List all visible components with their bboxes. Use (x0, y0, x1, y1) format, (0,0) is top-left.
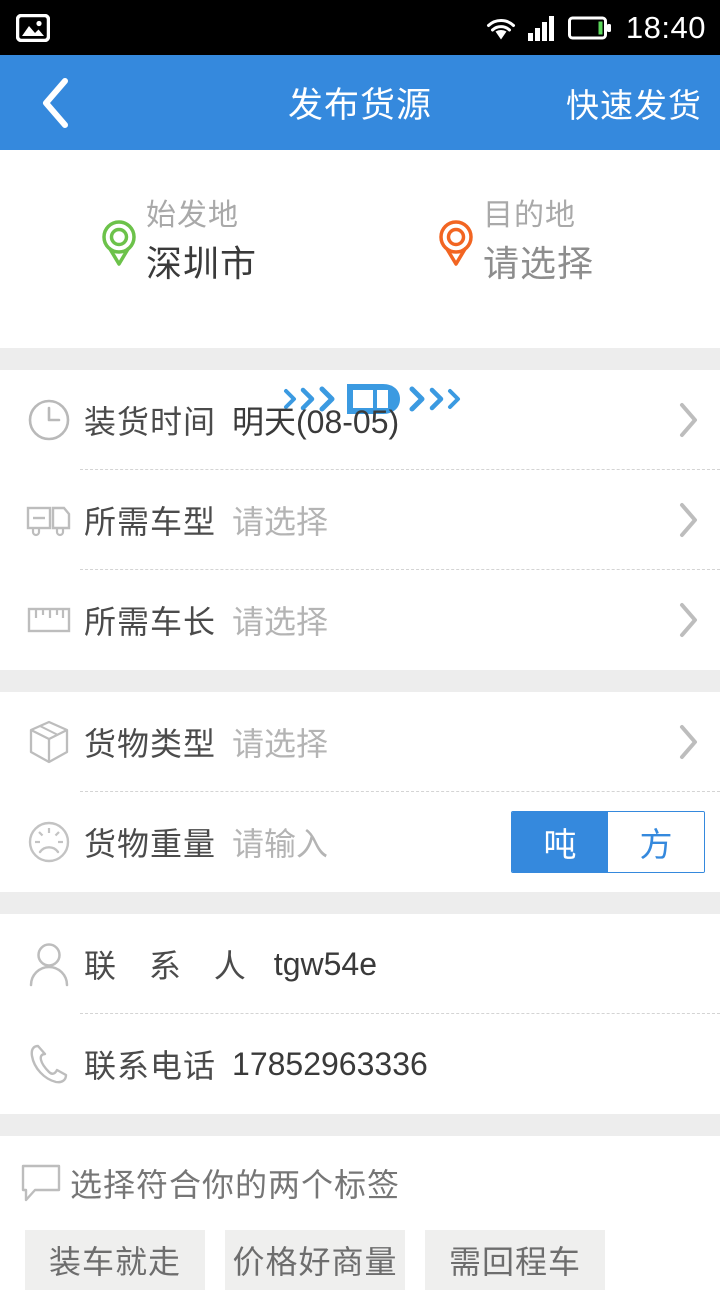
row-value: 请选择 (232, 504, 329, 540)
image-icon (16, 13, 50, 42)
person-icon (18, 940, 80, 988)
route-selector: 始发地 深圳市 目的地 请选择 (0, 150, 720, 414)
chevron-right-icon (678, 601, 700, 639)
chevron-right-icon (678, 501, 700, 539)
destination-selector[interactable]: 目的地 请选择 (437, 194, 594, 290)
row-label: 联 系 人 (84, 948, 258, 984)
box-icon (18, 718, 80, 766)
row-label: 货物重量 (84, 826, 217, 862)
origin-selector[interactable]: 始发地 深圳市 (100, 194, 257, 290)
truck-side-icon (18, 500, 80, 540)
tag-chip[interactable]: 需回程车 (425, 1230, 605, 1290)
status-bar: 18:40 (0, 0, 720, 55)
row-value: 请选择 (232, 604, 329, 640)
chevron-right-icon (678, 723, 700, 761)
row-label: 联系电话 (84, 1048, 217, 1084)
tags-heading: 选择符合你的两个标签 (70, 1167, 401, 1203)
signal-icon (527, 15, 558, 41)
row-label: 货物类型 (84, 726, 217, 762)
battery-icon (567, 16, 612, 40)
section-divider (0, 348, 720, 370)
origin-value: 深圳市 (146, 243, 258, 284)
origin-texts: 始发地 深圳市 (146, 194, 257, 290)
unit-option-ton[interactable]: 吨 (512, 812, 608, 872)
tag-chip[interactable]: 装车就走 (25, 1230, 205, 1290)
clock-icon (18, 397, 80, 443)
destination-texts: 目的地 请选择 (483, 194, 594, 290)
row-contact-name[interactable]: 联 系 人 tgw54e (0, 914, 720, 1014)
chevron-right-icon (678, 401, 700, 439)
row-value: 请选择 (232, 726, 329, 762)
tag-chip-list: 装车就走 价格好商量 需回程车 (0, 1230, 720, 1290)
cargo-section: 货物类型 请选择 货物重量 请输入 吨 方 (0, 692, 720, 892)
row-vehicle-length[interactable]: 所需车长 请选择 (0, 570, 720, 670)
contact-section: 联 系 人 tgw54e 联系电话 17852963336 (0, 914, 720, 1114)
status-bar-right: 18:40 (484, 10, 706, 46)
comment-bubble-icon (18, 1160, 64, 1206)
row-cargo-weight[interactable]: 货物重量 请输入 吨 方 (0, 792, 720, 892)
row-label: 装货时间 (84, 404, 217, 440)
row-cargo-type[interactable]: 货物类型 请选择 (0, 692, 720, 792)
shipment-schedule-section: 装货时间 明天(08-05) 所需车型 请选择 所需车长 请选择 (0, 370, 720, 670)
unit-option-cubic[interactable]: 方 (608, 812, 704, 872)
row-label: 所需车型 (84, 504, 217, 540)
row-value: 明天(08-05) (232, 404, 400, 440)
row-contact-phone[interactable]: 联系电话 17852963336 (0, 1014, 720, 1114)
row-label: 所需车长 (84, 604, 217, 640)
row-value: tgw54e (273, 945, 377, 982)
app-screen: 18:40 发布货源 快速发货 始发地 深圳市 目的地 请选择 装货时间 明天(… (0, 0, 720, 1290)
origin-label: 始发地 (146, 199, 239, 232)
section-divider (0, 670, 720, 692)
section-divider (0, 1114, 720, 1136)
row-value: 17852963336 (232, 1045, 428, 1082)
app-header: 发布货源 快速发货 (0, 55, 720, 150)
row-vehicle-type[interactable]: 所需车型 请选择 (0, 470, 720, 570)
location-pin-green-icon (100, 216, 138, 270)
phone-icon (18, 1041, 80, 1087)
gauge-icon (18, 819, 80, 865)
wifi-icon (484, 15, 518, 41)
tags-section: 选择符合你的两个标签 装车就走 价格好商量 需回程车 (0, 1136, 720, 1290)
status-bar-clock: 18:40 (625, 9, 706, 45)
location-pin-orange-icon (437, 216, 475, 270)
row-value: 请输入 (232, 826, 329, 862)
status-bar-left (16, 13, 50, 42)
destination-label: 目的地 (483, 199, 576, 232)
row-loading-time[interactable]: 装货时间 明天(08-05) (0, 370, 720, 470)
tags-heading-row: 选择符合你的两个标签 (0, 1136, 720, 1230)
ruler-icon (18, 603, 80, 637)
section-divider (0, 892, 720, 914)
quick-send-button[interactable]: 快速发货 (566, 79, 702, 127)
destination-value: 请选择 (483, 243, 595, 284)
tag-chip[interactable]: 价格好商量 (225, 1230, 405, 1290)
weight-unit-toggle[interactable]: 吨 方 (511, 811, 705, 873)
